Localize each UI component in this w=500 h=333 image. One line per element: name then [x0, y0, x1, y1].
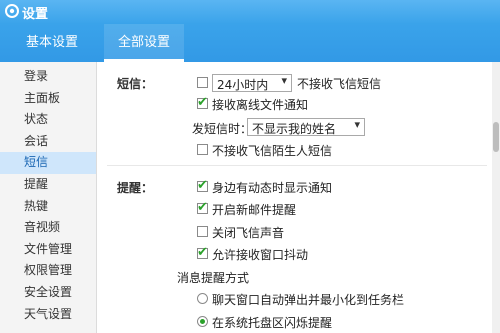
sidebar-item-login[interactable]: 登录 — [0, 66, 96, 88]
sms-section-label: 短信： — [117, 77, 154, 91]
time-limit-select[interactable]: 24小时内 ▾ — [212, 74, 292, 92]
sidebar-item-security[interactable]: 安全设置 — [0, 282, 96, 304]
time-limit-value: 24小时内 — [217, 78, 269, 92]
offline-file-checkbox[interactable] — [197, 95, 208, 110]
sidebar-item-weather[interactable]: 天气设置 — [0, 304, 96, 326]
tray-flash-label: 在系统托盘区闪烁提醒 — [212, 316, 333, 330]
mute-sound-label: 关闭飞信声音 — [212, 226, 285, 240]
sidebar-item-main-panel[interactable]: 主面板 — [0, 88, 96, 110]
friend-update-checkbox[interactable] — [197, 178, 208, 193]
sidebar: 登录 主面板 状态 会话 短信 提醒 热键 音视频 文件管理 权限管理 安全设置… — [0, 62, 97, 333]
sidebar-item-hotkeys[interactable]: 热键 — [0, 196, 96, 218]
send-as-label: 发短信时： — [192, 122, 253, 136]
mute-sound-checkbox[interactable] — [197, 226, 208, 237]
friend-update-label: 身边有动态时显示通知 — [212, 181, 333, 195]
send-as-select[interactable]: 不显示我的姓名 ▾ — [247, 118, 365, 136]
offline-file-label: 接收离线文件通知 — [212, 98, 309, 112]
chevron-down-icon: ▾ — [281, 74, 287, 87]
section-divider — [107, 165, 487, 166]
sidebar-item-permission[interactable]: 权限管理 — [0, 260, 96, 282]
sidebar-item-reminder[interactable]: 提醒 — [0, 174, 96, 196]
tab-all-settings[interactable]: 全部设置 — [104, 24, 184, 62]
no-stranger-sms-checkbox[interactable] — [197, 144, 208, 155]
window-title: 设置 — [22, 7, 49, 22]
chevron-down-icon: ▾ — [354, 118, 360, 131]
settings-content: 短信： 24小时内 ▾ 不接收飞信短信 接收离线文件通知 发短信时： 不显示我的… — [97, 62, 492, 333]
tab-basic-settings[interactable]: 基本设置 — [0, 24, 104, 62]
window-shake-label: 允许接收窗口抖动 — [212, 248, 309, 262]
time-limit-checkbox[interactable] — [197, 77, 208, 88]
sidebar-item-status[interactable]: 状态 — [0, 109, 96, 131]
no-receive-sms-label: 不接收飞信短信 — [297, 77, 382, 91]
gear-icon — [5, 4, 19, 18]
new-mail-label: 开启新邮件提醒 — [212, 203, 297, 217]
sidebar-item-file-management[interactable]: 文件管理 — [0, 239, 96, 261]
vertical-scrollbar[interactable] — [492, 62, 500, 333]
sidebar-item-sms[interactable]: 短信 — [0, 152, 96, 174]
scrollbar-thumb[interactable] — [493, 122, 499, 152]
settings-window: 设置 基本设置 全部设置 登录 主面板 状态 会话 短信 提醒 热键 音视频 文… — [0, 0, 500, 333]
sidebar-item-conversation[interactable]: 会话 — [0, 131, 96, 153]
tray-flash-radio[interactable] — [197, 316, 208, 327]
popup-radio[interactable] — [197, 293, 208, 304]
tab-bar: 基本设置 全部设置 — [0, 24, 500, 62]
title-bar: 设置 — [0, 0, 500, 24]
reminder-section-label: 提醒： — [117, 181, 154, 195]
send-as-value: 不显示我的姓名 — [252, 122, 337, 136]
sidebar-item-audio-video[interactable]: 音视频 — [0, 217, 96, 239]
popup-label: 聊天窗口自动弹出并最小化到任务栏 — [212, 293, 405, 307]
no-stranger-sms-label: 不接收飞信陌生人短信 — [212, 144, 333, 158]
tab-label: 基本设置 — [25, 35, 78, 50]
new-mail-checkbox[interactable] — [197, 200, 208, 215]
window-shake-checkbox[interactable] — [197, 245, 208, 260]
tab-label: 全部设置 — [117, 35, 170, 50]
msg-method-label: 消息提醒方式 — [177, 271, 250, 285]
